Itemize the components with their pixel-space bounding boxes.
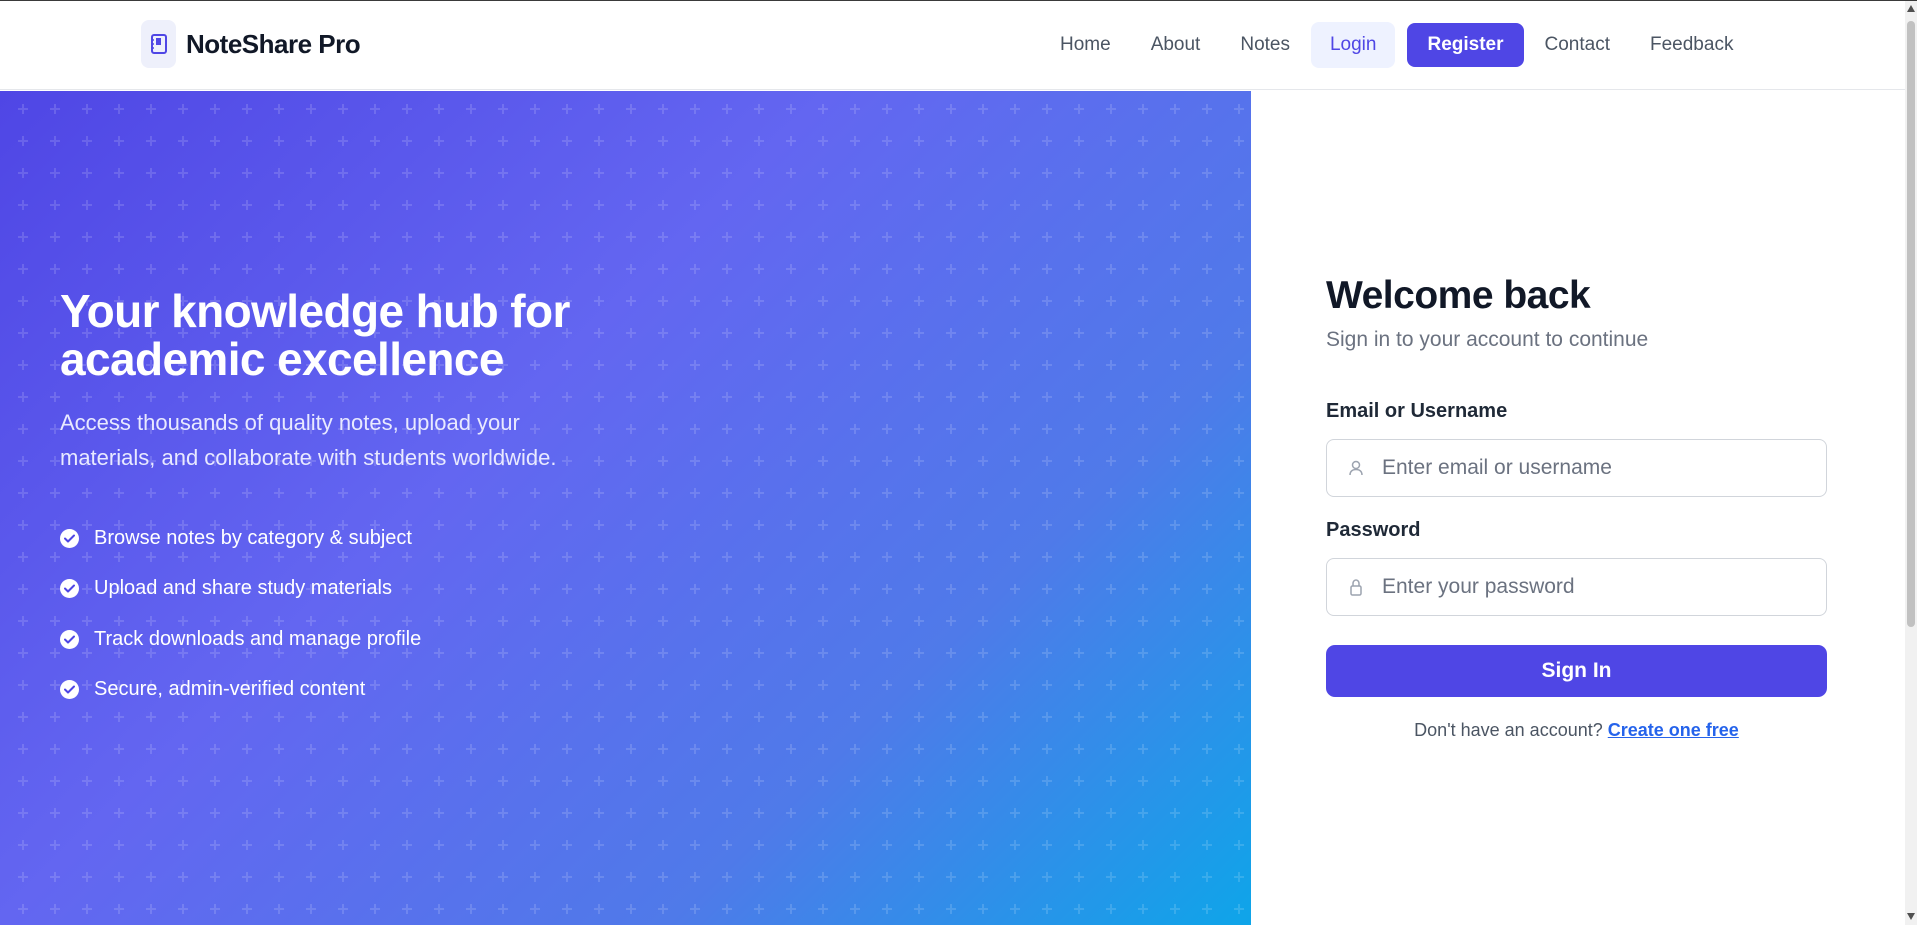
nav-login-link[interactable]: Login — [1310, 22, 1396, 68]
login-title: Welcome back — [1326, 274, 1591, 317]
nav-notes-link[interactable]: Notes — [1221, 22, 1309, 68]
feature-item: Secure, admin-verified content — [60, 665, 421, 716]
password-field-wrapper — [1326, 558, 1827, 616]
hero-title: Your knowledge hub for academic excellen… — [60, 285, 570, 385]
navbar: NoteShare Pro Home About Notes Login Reg… — [0, 1, 1905, 90]
email-field-wrapper — [1326, 439, 1827, 497]
feature-text: Browse notes by category & subject — [94, 526, 412, 549]
feature-item: Upload and share study materials — [60, 564, 421, 615]
feature-list: Browse notes by category & subject Uploa… — [60, 513, 421, 715]
email-label: Email or Username — [1326, 400, 1508, 422]
hero-panel: Your knowledge hub for academic excellen… — [0, 91, 1251, 925]
register-prompt: Don't have an account? — [1414, 720, 1608, 740]
register-prompt-line: Don't have an account? Create one free — [1326, 720, 1827, 741]
password-input[interactable] — [1382, 559, 1812, 615]
scroll-up-arrow-icon[interactable] — [1907, 5, 1915, 12]
create-account-link[interactable]: Create one free — [1608, 720, 1739, 740]
feature-text: Secure, admin-verified content — [94, 678, 366, 701]
scroll-down-arrow-icon[interactable] — [1907, 913, 1915, 920]
feature-item: Browse notes by category & subject — [60, 513, 421, 564]
page-scrollbar[interactable] — [1905, 1, 1917, 925]
check-circle-icon — [60, 579, 79, 599]
check-circle-icon — [60, 528, 79, 548]
user-icon — [1347, 459, 1365, 477]
login-subtitle: Sign in to your account to continue — [1326, 328, 1649, 351]
hero-subtitle: Access thousands of quality notes, uploa… — [60, 410, 557, 470]
scrollbar-thumb[interactable] — [1907, 21, 1915, 627]
feature-text: Upload and share study materials — [94, 577, 392, 600]
nav-home-link[interactable]: Home — [1041, 22, 1130, 68]
nav-links: Home About Notes Login Register Contact … — [1041, 22, 1754, 68]
nav-feedback-link[interactable]: Feedback — [1631, 22, 1752, 68]
password-label: Password — [1326, 519, 1421, 541]
notebook-icon — [141, 20, 176, 68]
nav-contact-link[interactable]: Contact — [1526, 22, 1629, 68]
feature-item: Track downloads and manage profile — [60, 614, 421, 665]
email-input[interactable] — [1382, 440, 1812, 496]
nav-about-link[interactable]: About — [1132, 22, 1220, 68]
plus-pattern — [0, 91, 1251, 925]
check-circle-icon — [60, 680, 79, 700]
check-circle-icon — [60, 629, 79, 649]
brand-name: NoteShare Pro — [186, 28, 361, 59]
feature-text: Track downloads and manage profile — [94, 627, 422, 650]
nav-register-button[interactable]: Register — [1407, 23, 1524, 67]
sign-in-button[interactable]: Sign In — [1326, 645, 1827, 697]
login-panel: Welcome back Sign in to your account to … — [1251, 91, 1905, 925]
brand[interactable]: NoteShare Pro — [141, 20, 361, 68]
lock-icon — [1347, 578, 1365, 596]
